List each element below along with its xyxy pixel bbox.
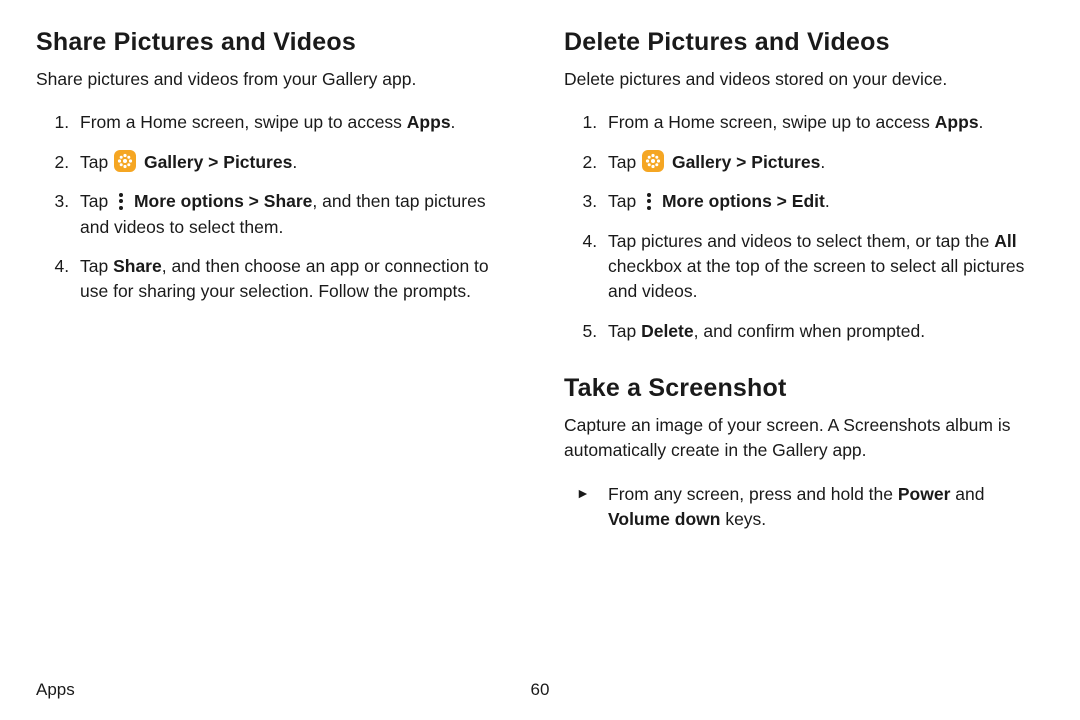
bold-delete: Delete [641, 321, 694, 341]
gallery-icon [114, 150, 136, 172]
screenshot-step-1: From any screen, press and hold the Powe… [602, 482, 1044, 533]
footer-page-number: 60 [531, 680, 550, 700]
manual-page: Share Pictures and Videos Share pictures… [0, 0, 1080, 563]
bold-pictures: Pictures [751, 152, 820, 172]
screenshot-intro: Capture an image of your screen. A Scree… [564, 413, 1044, 464]
bold-share: Share [264, 191, 313, 211]
share-step-2: Tap Gallery > Pictures. [74, 150, 516, 175]
page-footer: Apps 60 [36, 680, 1044, 700]
footer-section-label: Apps [36, 680, 75, 700]
delete-section: Delete Pictures and Videos Delete pictur… [564, 28, 1044, 344]
text: , and confirm when prompted. [694, 321, 926, 341]
delete-step-2: Tap Gallery > Pictures. [602, 150, 1044, 175]
text: . [820, 152, 825, 172]
screenshot-steps: From any screen, press and hold the Powe… [564, 482, 1044, 533]
text: keys. [720, 509, 766, 529]
text: > [203, 152, 223, 172]
text: . [451, 112, 456, 132]
text: Tap [608, 152, 641, 172]
text: Tap [608, 191, 641, 211]
text: From a Home screen, swipe up to access [80, 112, 407, 132]
bold-more-options: More options [662, 191, 772, 211]
screenshot-section: Take a Screenshot Capture an image of yo… [564, 374, 1044, 533]
text: Tap [80, 152, 113, 172]
bold-more-options: More options [134, 191, 244, 211]
delete-step-4: Tap pictures and videos to select them, … [602, 229, 1044, 305]
share-step-4: Tap Share, and then choose an app or con… [74, 254, 516, 305]
share-intro: Share pictures and videos from your Gall… [36, 67, 516, 92]
text: . [292, 152, 297, 172]
bold-pictures: Pictures [223, 152, 292, 172]
left-column: Share Pictures and Videos Share pictures… [36, 28, 516, 563]
text: From any screen, press and hold the [608, 484, 898, 504]
bold-gallery: Gallery [672, 152, 731, 172]
share-section: Share Pictures and Videos Share pictures… [36, 28, 516, 305]
share-step-3: Tap More options > Share, and then tap p… [74, 189, 516, 240]
screenshot-heading: Take a Screenshot [564, 374, 1044, 403]
text: . [979, 112, 984, 132]
delete-step-1: From a Home screen, swipe up to access A… [602, 110, 1044, 135]
text: > [731, 152, 751, 172]
bold-power: Power [898, 484, 951, 504]
bold-apps: Apps [407, 112, 451, 132]
share-steps: From a Home screen, swipe up to access A… [36, 110, 516, 304]
delete-heading: Delete Pictures and Videos [564, 28, 1044, 57]
text: > [772, 191, 792, 211]
text: From a Home screen, swipe up to access [608, 112, 935, 132]
bold-apps: Apps [935, 112, 979, 132]
text: Tap [80, 191, 113, 211]
delete-steps: From a Home screen, swipe up to access A… [564, 110, 1044, 344]
text: Tap pictures and videos to select them, … [608, 231, 994, 251]
bold-gallery: Gallery [144, 152, 203, 172]
delete-step-5: Tap Delete, and confirm when prompted. [602, 319, 1044, 344]
more-options-icon [114, 190, 128, 210]
more-options-icon [642, 190, 656, 210]
bold-edit: Edit [792, 191, 825, 211]
bold-volume-down: Volume down [608, 509, 720, 529]
share-step-1: From a Home screen, swipe up to access A… [74, 110, 516, 135]
text: Tap [80, 256, 113, 276]
bold-all: All [994, 231, 1016, 251]
text: > [244, 191, 264, 211]
share-heading: Share Pictures and Videos [36, 28, 516, 57]
delete-step-3: Tap More options > Edit. [602, 189, 1044, 214]
text: and [950, 484, 984, 504]
delete-intro: Delete pictures and videos stored on you… [564, 67, 1044, 92]
right-column: Delete Pictures and Videos Delete pictur… [564, 28, 1044, 563]
text: . [825, 191, 830, 211]
gallery-icon [642, 150, 664, 172]
bold-share: Share [113, 256, 162, 276]
text: checkbox at the top of the screen to sel… [608, 256, 1024, 301]
text: Tap [608, 321, 641, 341]
